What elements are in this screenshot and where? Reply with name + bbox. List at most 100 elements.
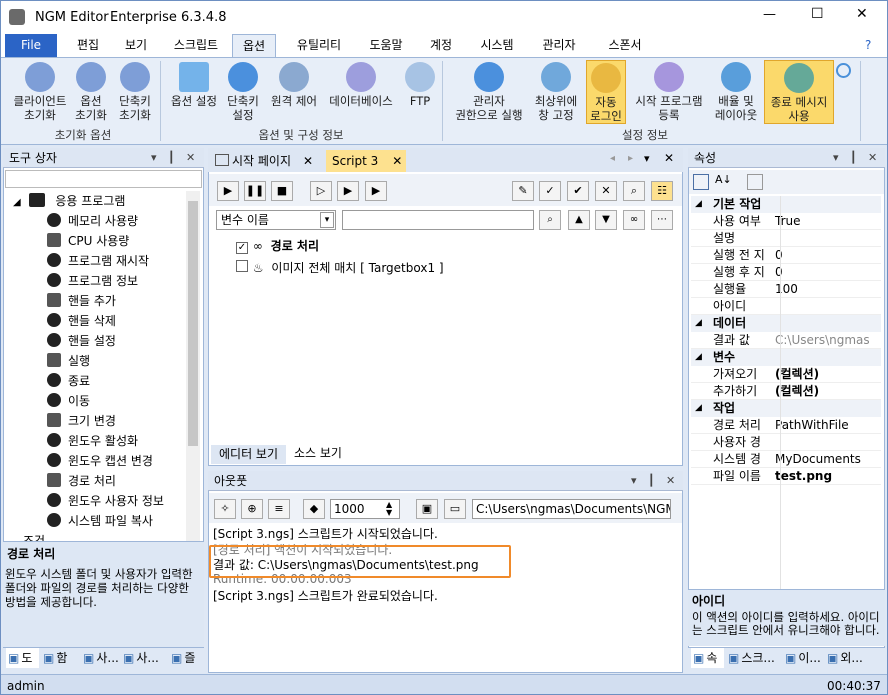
toolbox-bottom-tab[interactable]: ▣ 사... bbox=[81, 648, 119, 668]
list-icon[interactable]: ≡ bbox=[268, 499, 290, 519]
collapse-icon[interactable]: ◢ bbox=[695, 196, 702, 213]
ribbon-button-options-0[interactable]: 옵션 설정 bbox=[165, 60, 223, 124]
properties-bottom-tab[interactable]: ▣ 속 bbox=[691, 648, 724, 668]
tree-item[interactable]: 프로그램 정보 bbox=[47, 271, 138, 291]
close-icon[interactable]: ✕ bbox=[664, 151, 674, 165]
save-icon[interactable]: ▣ bbox=[416, 499, 438, 519]
tree-view-icon[interactable]: ☷ bbox=[651, 181, 673, 201]
ribbon-button-options-2[interactable]: 원격 제어 bbox=[265, 60, 323, 124]
eraser-icon[interactable]: ◆ bbox=[303, 499, 325, 519]
toolbox-bottom-tab[interactable]: ▣ 즐 bbox=[169, 648, 207, 668]
tree-item[interactable]: 종료 bbox=[47, 371, 90, 391]
property-row[interactable]: 추가하기 (컬렉션) bbox=[691, 383, 881, 400]
collapse-icon[interactable]: ◢ bbox=[695, 349, 702, 366]
tree-item[interactable]: 메모리 사용량 bbox=[47, 211, 138, 231]
search-icon[interactable]: ⌕ bbox=[539, 210, 561, 230]
tree-category[interactable]: ◢ 응용 프로그램 bbox=[13, 191, 125, 211]
property-category[interactable]: ◢ 데이터 bbox=[691, 315, 881, 332]
property-row[interactable]: 경로 처리 PathWithFile bbox=[691, 417, 881, 434]
pin-icon[interactable]: ┃ bbox=[850, 148, 857, 168]
variable-search-input[interactable] bbox=[342, 210, 534, 230]
stop-icon[interactable]: ■ bbox=[271, 181, 293, 201]
add-file-icon[interactable]: ⊕ bbox=[241, 499, 263, 519]
run-from-icon[interactable]: ▷ bbox=[310, 181, 332, 201]
dropdown-icon[interactable]: ▾ bbox=[644, 152, 650, 165]
close-icon[interactable]: ✕ bbox=[186, 148, 195, 168]
tab-script-3[interactable]: Script 3 ✕ bbox=[326, 150, 406, 172]
sort-alpha-icon[interactable]: A↓ bbox=[715, 173, 732, 186]
output-path-input[interactable]: C:\Users\ngmas\Documents\NGM6\ bbox=[472, 499, 671, 519]
move-up-icon[interactable]: ▲ bbox=[568, 210, 590, 230]
dropdown-icon[interactable]: ▾ bbox=[151, 148, 157, 168]
pin-icon[interactable]: ┃ bbox=[168, 148, 175, 168]
tree-item[interactable]: 윈도우 사용자 정보 bbox=[47, 491, 164, 511]
tree-item[interactable]: 시스템 파일 복사 bbox=[47, 511, 153, 531]
tree-item[interactable]: 크기 변경 bbox=[47, 411, 116, 431]
more-icon[interactable]: ⋯ bbox=[651, 210, 673, 230]
step-icon[interactable]: ▶ bbox=[337, 181, 359, 201]
step-over-icon[interactable]: ▶ bbox=[365, 181, 387, 201]
collapse-icon[interactable]: ◢ bbox=[695, 315, 702, 332]
ribbon-button-settings-4[interactable]: 배율 및 레이아웃 bbox=[711, 60, 761, 124]
variable-combo[interactable]: 변수 이름 ▾ bbox=[216, 210, 336, 230]
property-row[interactable]: 사용 여부 True bbox=[691, 213, 881, 230]
toolbox-bottom-tab[interactable]: ▣ 도 bbox=[6, 648, 39, 668]
properties-bottom-tab[interactable]: ▣ 이... bbox=[783, 648, 823, 668]
tree-item[interactable]: 경로 처리 bbox=[47, 471, 116, 491]
link-icon[interactable]: ∞ bbox=[623, 210, 645, 230]
tree-item[interactable]: 윈도우 활성화 bbox=[47, 431, 138, 451]
tree-item[interactable]: 핸들 삭제 bbox=[47, 311, 116, 331]
tree-item[interactable]: 이동 bbox=[47, 391, 90, 411]
tab-editor-view[interactable]: 에디터 보기 bbox=[211, 445, 286, 464]
property-row[interactable]: 실행 전 지0 bbox=[691, 247, 881, 264]
maximize-button[interactable]: ☐ bbox=[811, 6, 824, 22]
menu-tab-6[interactable]: 계정 bbox=[417, 34, 465, 57]
play-icon[interactable]: ▶ bbox=[217, 181, 239, 201]
toolbox-search-input[interactable] bbox=[5, 170, 202, 188]
ribbon-button-options-1[interactable]: 단축키 설정 bbox=[223, 60, 263, 124]
property-row[interactable]: 아이디 bbox=[691, 298, 881, 315]
edit-icon[interactable]: ✎ bbox=[512, 181, 534, 201]
prev-tab-icon[interactable]: ◂ bbox=[610, 153, 615, 164]
close-icon[interactable]: ✕ bbox=[666, 471, 675, 491]
categorized-icon[interactable] bbox=[693, 174, 709, 190]
ribbon-button-init-0[interactable]: 클라이언트 초기화 bbox=[5, 60, 75, 124]
menu-tab-3[interactable]: 옵션 bbox=[232, 34, 276, 57]
property-row[interactable]: 실행율 100 bbox=[691, 281, 881, 298]
scrollbar-thumb[interactable] bbox=[188, 201, 198, 446]
move-down-icon[interactable]: ▼ bbox=[595, 210, 617, 230]
close-icon[interactable]: ✕ bbox=[392, 154, 402, 168]
property-row[interactable]: 파일 이름 test.png bbox=[691, 468, 881, 485]
tree-category-next[interactable]: 조건 bbox=[23, 531, 45, 541]
property-category[interactable]: ◢ 작업 bbox=[691, 400, 881, 417]
close-icon[interactable]: ✕ bbox=[303, 154, 313, 168]
property-row[interactable]: 시스템 경 MyDocuments bbox=[691, 451, 881, 468]
property-pages-icon[interactable] bbox=[747, 174, 763, 190]
property-category[interactable]: ◢ 기본 작업 bbox=[691, 196, 881, 213]
toolbox-bottom-tab[interactable]: ▣ 함 bbox=[41, 648, 79, 668]
checkbox-checked[interactable]: ✓ bbox=[236, 242, 248, 254]
property-row[interactable]: 결과 값 C:\Users\ngmas bbox=[691, 332, 881, 349]
menu-tab-4[interactable]: 유틸리티 bbox=[284, 34, 354, 57]
ribbon-button-settings-3[interactable]: 시작 프로그램 등록 bbox=[628, 60, 710, 124]
ribbon-button-options-3[interactable]: 데이터베이스 bbox=[323, 60, 399, 124]
minimize-button[interactable]: — bbox=[763, 7, 776, 22]
file-menu[interactable]: File bbox=[5, 34, 57, 57]
tab-source-view[interactable]: 소스 보기 bbox=[288, 444, 348, 464]
check-icon[interactable]: ✓ bbox=[539, 181, 561, 201]
check-all-icon[interactable]: ✔ bbox=[567, 181, 589, 201]
ribbon-button-init-1[interactable]: 옵션 초기화 bbox=[69, 60, 113, 124]
property-row[interactable]: 가져오기 (컬렉션) bbox=[691, 366, 881, 383]
close-icon[interactable]: ✕ bbox=[868, 148, 877, 168]
tree-item[interactable]: CPU 사용량 bbox=[47, 231, 129, 251]
ribbon-button-options-4[interactable]: FTP bbox=[399, 60, 441, 124]
line-count-input[interactable]: 1000 ▲ ▼ bbox=[330, 499, 400, 519]
ribbon-button-settings-1[interactable]: 최상위에 창 고정 bbox=[531, 60, 581, 124]
dropdown-icon[interactable]: ▾ bbox=[833, 148, 839, 168]
tree-item[interactable]: 핸들 설정 bbox=[47, 331, 116, 351]
tab-start-page[interactable]: 시작 페이지 ✕ bbox=[211, 150, 326, 172]
menu-tab-2[interactable]: 스크립트 bbox=[161, 34, 231, 57]
toolbox-scrollbar[interactable] bbox=[186, 191, 200, 541]
action-item[interactable]: ✓ ∞ 경로 처리 bbox=[236, 237, 319, 254]
collapse-icon[interactable]: ◢ bbox=[13, 197, 21, 208]
